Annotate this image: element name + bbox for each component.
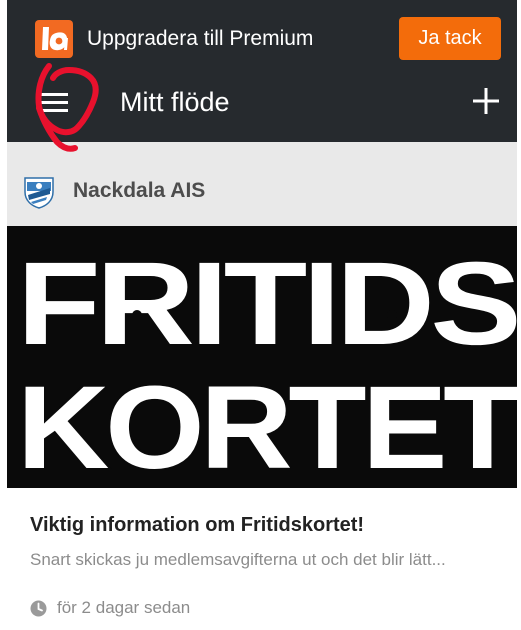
clock-icon [30,600,47,617]
post-title[interactable]: Viktig information om Fritidskortet! [30,511,364,539]
accept-premium-button[interactable]: Ja tack [399,17,501,60]
post-excerpt: Snart skickas ju medlemsavgifterna ut oc… [30,550,446,569]
image-text-kortet: KORTET [17,362,517,488]
premium-banner[interactable]: Uppgradera till Premium Ja tack [7,0,517,70]
plus-icon[interactable] [469,84,503,118]
feed-post-card[interactable]: FRITIDS KORTET Viktig information om Fri… [7,226,517,630]
image-text-fritids: FRITIDS [17,238,517,370]
club-header[interactable]: Nackdala AIS [7,142,517,226]
post-timestamp: för 2 dagar sedan [57,598,191,617]
premium-banner-text: Uppgradera till Premium [87,27,314,50]
page-title: Mitt flöde [120,87,230,117]
post-image[interactable]: FRITIDS KORTET [7,226,517,488]
app-screen: Uppgradera till Premium Ja tack Mitt flö… [7,0,517,630]
club-logo-icon [21,174,57,210]
app-logo [35,20,73,58]
app-header: Uppgradera till Premium Ja tack Mitt flö… [7,0,517,142]
screen-edge [0,0,7,630]
club-name: Nackdala AIS [73,179,206,202]
hamburger-menu-icon[interactable] [33,82,73,122]
